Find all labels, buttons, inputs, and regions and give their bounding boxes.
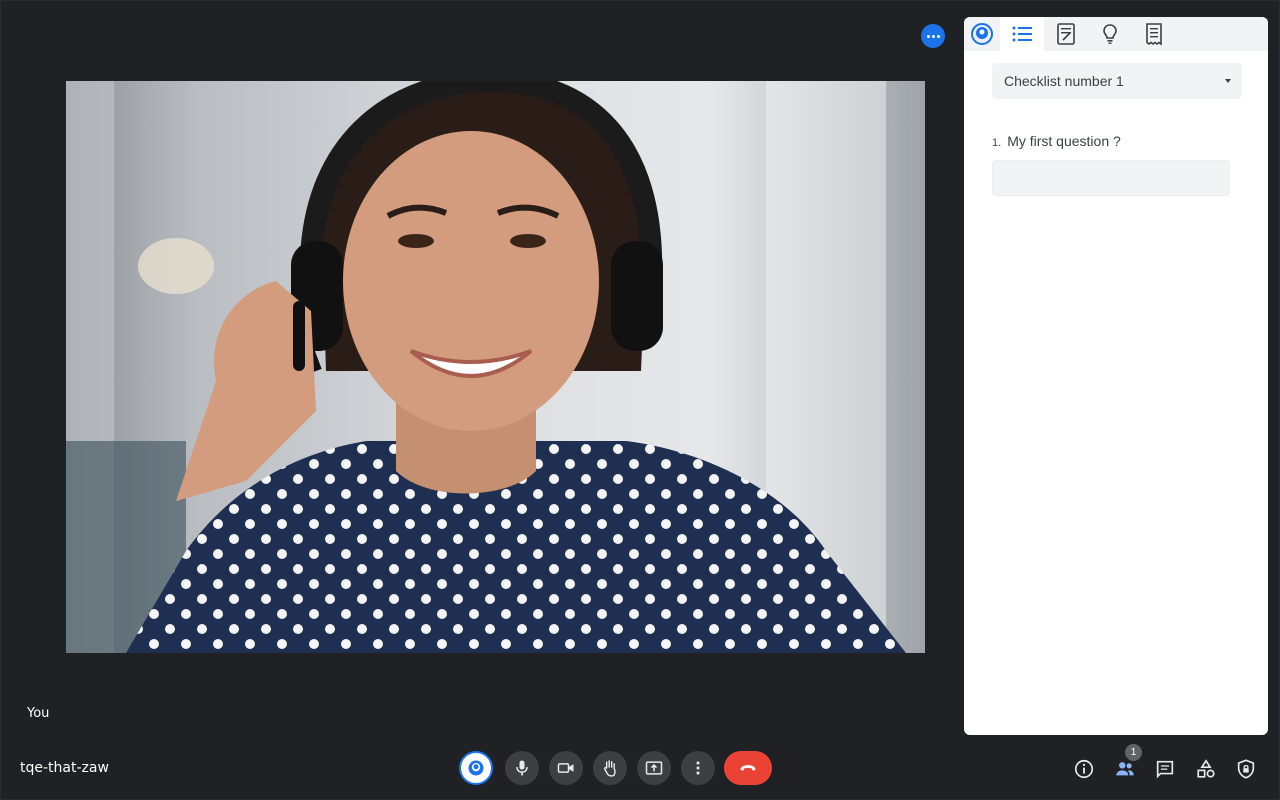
videocam-icon	[557, 763, 574, 773]
notes-icon	[1057, 23, 1075, 45]
checklist-dropdown[interactable]: Checklist number 1	[992, 63, 1242, 99]
host-controls-icon	[1237, 759, 1255, 779]
tab-brand[interactable]	[964, 17, 1000, 51]
participant-video	[66, 81, 925, 653]
lightbulb-icon	[1103, 24, 1117, 44]
video-frame-image	[66, 81, 925, 653]
activities-icon	[1197, 759, 1215, 778]
brand-logo-icon	[971, 23, 993, 45]
more-vert-icon	[696, 761, 700, 775]
brand-extension-button[interactable]	[459, 751, 493, 785]
tab-summary[interactable]	[1132, 17, 1176, 51]
brand-logo-icon	[468, 760, 484, 776]
camera-button[interactable]	[549, 751, 583, 785]
meeting-details-button[interactable]	[1072, 757, 1096, 781]
microphone-button[interactable]	[505, 751, 539, 785]
people-icon	[1116, 762, 1134, 776]
tab-notes[interactable]	[1044, 17, 1088, 51]
hand-icon	[603, 760, 616, 777]
chat-button[interactable]	[1153, 757, 1177, 781]
leave-call-button[interactable]	[724, 751, 772, 785]
raise-hand-button[interactable]	[593, 751, 627, 785]
panel-tab-bar	[964, 17, 1268, 51]
dot	[926, 34, 930, 38]
call-end-icon	[740, 765, 756, 771]
meeting-code: tqe-that-zaw	[20, 760, 109, 776]
receipt-icon	[1146, 23, 1162, 46]
info-icon	[1074, 759, 1094, 779]
tab-checklist[interactable]	[1000, 17, 1044, 51]
question-number: 1.	[992, 137, 1002, 149]
question-answer-input[interactable]	[992, 160, 1230, 196]
participants-count-badge: 1	[1125, 744, 1142, 761]
mic-icon	[516, 760, 528, 776]
self-name-label: You	[27, 706, 50, 721]
checklist-icon	[1012, 26, 1032, 42]
more-options-button[interactable]	[681, 751, 715, 785]
checklist-question: 1. My first question ?	[992, 133, 1121, 149]
question-text: My first question ?	[1007, 133, 1121, 149]
present-screen-button[interactable]	[637, 751, 671, 785]
chat-icon	[1156, 760, 1174, 779]
dot	[936, 34, 940, 38]
dot	[931, 34, 935, 38]
meet-window: You Checklist number 1 1. My first quest…	[0, 0, 1280, 800]
chevron-down-icon	[1225, 79, 1231, 83]
extension-side-panel: Checklist number 1 1. My first question …	[964, 17, 1268, 735]
checklist-dropdown-value: Checklist number 1	[1004, 73, 1124, 89]
activities-button[interactable]	[1194, 757, 1218, 781]
host-controls-button[interactable]	[1234, 757, 1258, 781]
present-icon	[645, 761, 663, 775]
panel-more-button[interactable]	[921, 24, 945, 48]
tab-ideas[interactable]	[1088, 17, 1132, 51]
